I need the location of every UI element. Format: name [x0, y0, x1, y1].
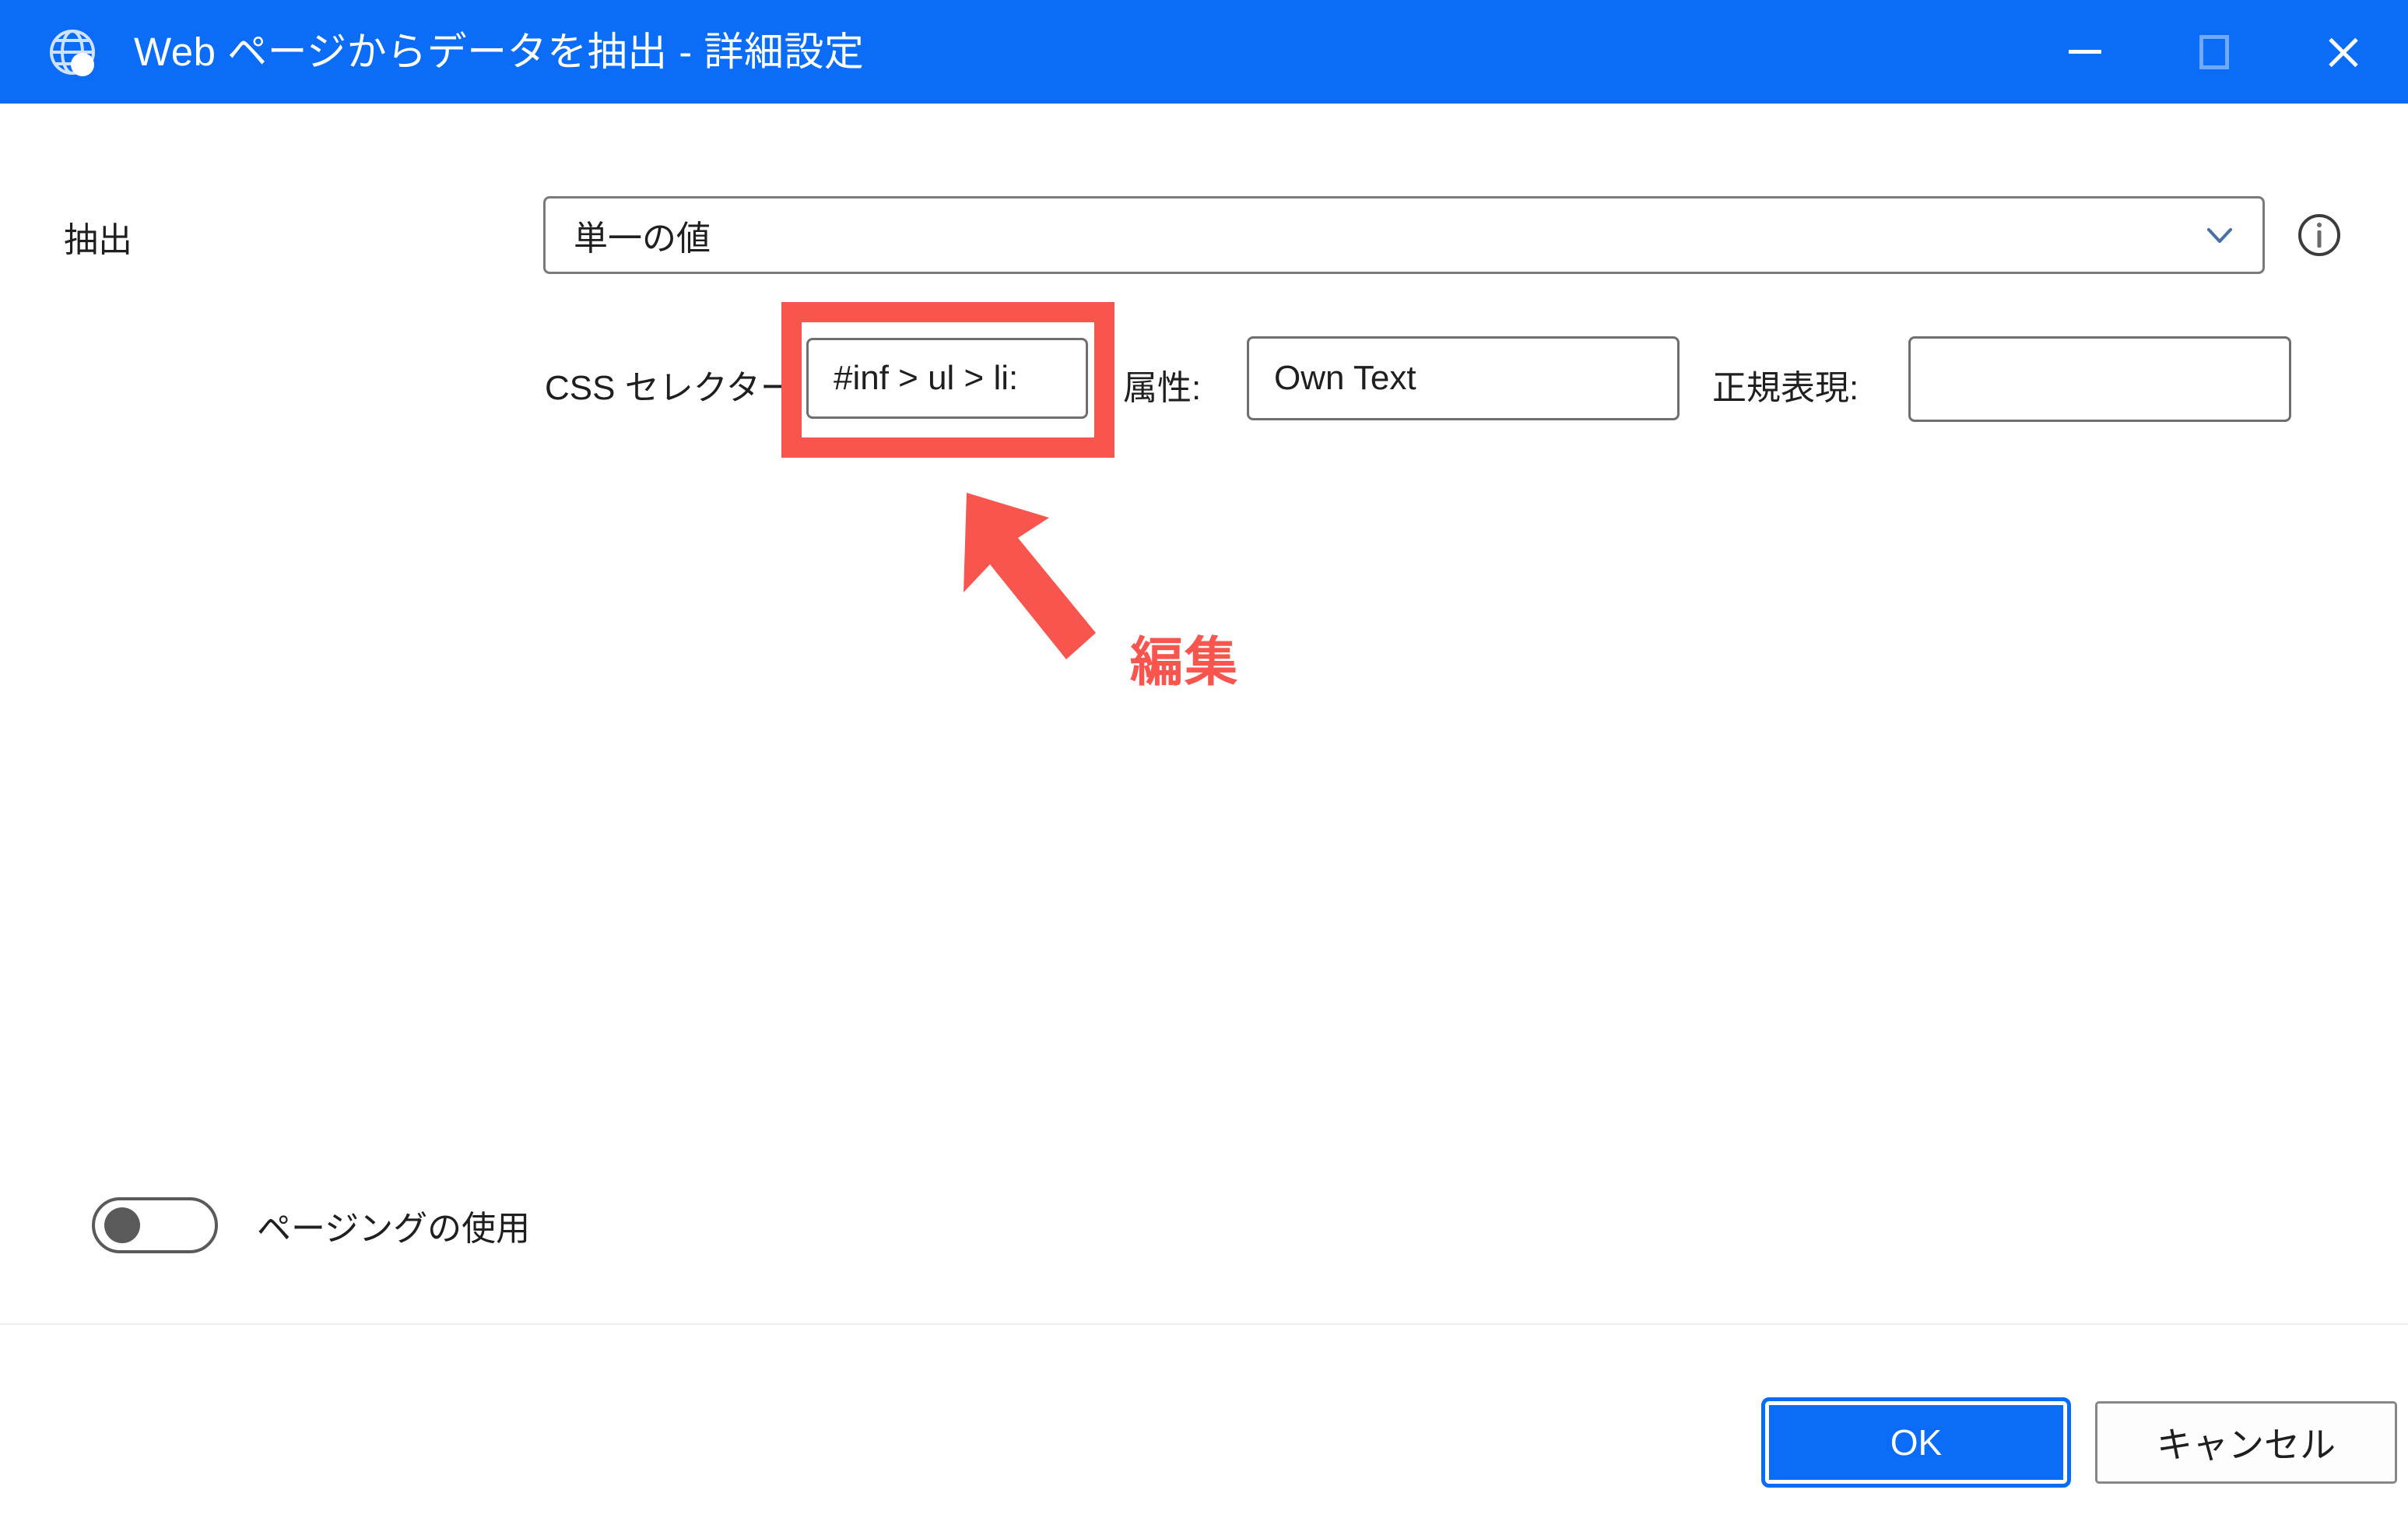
annotation-label: 編集	[1130, 633, 1240, 692]
window-title: Web ページからデータを抽出 - 詳細設定	[134, 30, 865, 74]
extract-dropdown[interactable]: 単一の値	[543, 196, 2265, 274]
attribute-label: 属性:	[1123, 369, 1202, 407]
footer-separator	[0, 1323, 2408, 1325]
close-icon	[2325, 33, 2362, 71]
regex-label: 正規表現:	[1712, 369, 1859, 407]
maximize-icon	[2199, 34, 2229, 69]
extract-label: 抽出	[64, 221, 132, 259]
paging-toggle-row: ページングの使用	[92, 1197, 530, 1253]
ok-button[interactable]: OK	[1761, 1397, 2071, 1488]
paging-toggle-label: ページングの使用	[257, 1210, 531, 1248]
extract-data-advanced-dialog: Web ページからデータを抽出 - 詳細設定 抽出 単一の値 CSS セレクター…	[0, 0, 2408, 1539]
maximize-button[interactable]	[2150, 0, 2279, 104]
attribute-input[interactable]: Own Text	[1247, 336, 1680, 420]
close-button[interactable]	[2279, 0, 2408, 104]
window-controls	[2020, 0, 2408, 104]
extract-dropdown-value: 単一の値	[574, 220, 711, 258]
toggle-knob	[104, 1207, 140, 1243]
paging-toggle[interactable]	[92, 1197, 218, 1253]
minimize-icon	[2069, 50, 2101, 54]
regex-input[interactable]	[1908, 336, 2291, 422]
info-icon[interactable]	[2296, 212, 2343, 258]
minimize-button[interactable]	[2020, 0, 2150, 104]
attribute-value: Own Text	[1274, 359, 1416, 397]
cancel-button[interactable]: キャンセル	[2095, 1401, 2397, 1484]
css-selector-value: #inf > ul > li:	[834, 359, 1019, 397]
title-bar: Web ページからデータを抽出 - 詳細設定	[0, 0, 2408, 104]
css-selector-label: CSS セレクター:	[545, 369, 805, 407]
css-selector-input[interactable]: #inf > ul > li:	[806, 338, 1088, 419]
globe-icon	[48, 28, 100, 79]
chevron-down-icon	[2177, 218, 2262, 252]
